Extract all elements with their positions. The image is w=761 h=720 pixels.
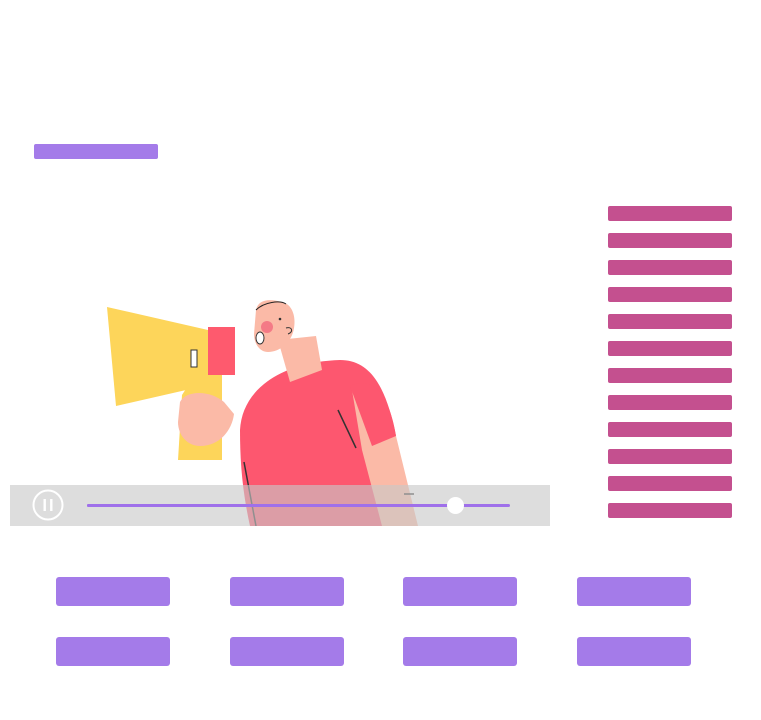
video-controls-bar <box>10 485 550 526</box>
playlist <box>608 206 732 530</box>
playlist-item[interactable] <box>608 287 732 302</box>
playlist-item[interactable] <box>608 368 732 383</box>
playlist-item[interactable] <box>608 206 732 221</box>
playlist-item[interactable] <box>608 422 732 437</box>
grid-button[interactable] <box>576 577 691 606</box>
grid-button[interactable] <box>229 577 344 606</box>
grid-button[interactable] <box>56 577 170 606</box>
page <box>0 0 761 720</box>
playlist-item[interactable] <box>608 233 732 248</box>
playlist-item[interactable] <box>608 341 732 356</box>
video-player[interactable] <box>10 290 550 526</box>
progress-fill <box>87 504 455 507</box>
playlist-item[interactable] <box>608 314 732 329</box>
grid-button[interactable] <box>56 637 170 666</box>
title-placeholder-bar <box>34 144 158 159</box>
button-grid <box>56 577 692 666</box>
playlist-item[interactable] <box>608 503 732 518</box>
progress-track[interactable] <box>87 497 510 514</box>
playlist-item[interactable] <box>608 449 732 464</box>
progress-thumb[interactable] <box>447 497 464 514</box>
grid-button[interactable] <box>576 637 691 666</box>
playlist-item[interactable] <box>608 260 732 275</box>
grid-button[interactable] <box>229 637 344 666</box>
grid-button[interactable] <box>403 577 518 606</box>
pause-icon <box>32 489 64 521</box>
pause-button[interactable] <box>32 489 64 521</box>
grid-button[interactable] <box>403 637 518 666</box>
playlist-item[interactable] <box>608 476 732 491</box>
playlist-item[interactable] <box>608 395 732 410</box>
